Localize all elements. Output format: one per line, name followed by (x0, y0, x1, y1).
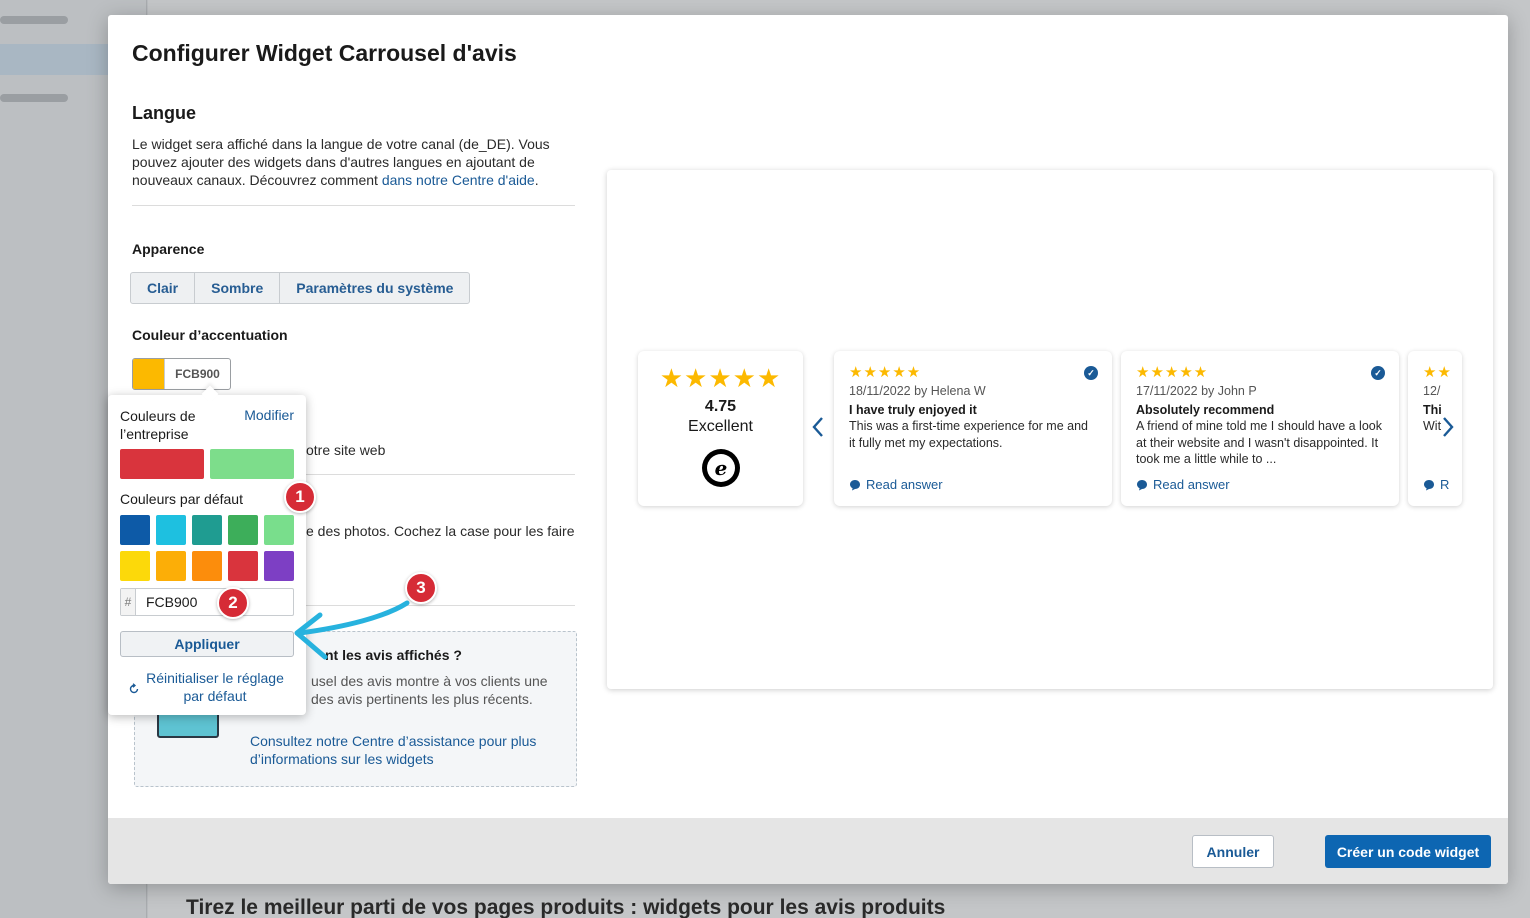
trusted-shops-logo-letter: e (714, 456, 728, 480)
appearance-label: Apparence (132, 241, 205, 257)
review-meta: 18/11/2022 by Helena W (849, 384, 986, 398)
review-stars: ★★★★★ (849, 364, 922, 381)
accent-color-label: Couleur d’accentuation (132, 327, 288, 343)
review-title: I have truly enjoyed it (849, 403, 977, 417)
appearance-option-dark[interactable]: Sombre (195, 273, 281, 303)
chevron-left-icon (812, 417, 823, 437)
language-text-end: . (534, 172, 539, 188)
dialog-footer: Annuler Créer un code widget (108, 818, 1508, 884)
default-color-swatch[interactable] (228, 551, 258, 581)
language-description: Le widget sera affiché dans la langue de… (132, 135, 552, 189)
rating-score: 4.75 (704, 398, 737, 415)
read-answer-label: Read answer (866, 477, 943, 492)
read-answer-link[interactable]: Read answer (1136, 477, 1230, 492)
cancel-button[interactable]: Annuler (1192, 835, 1274, 868)
appearance-option-light[interactable]: Clair (131, 273, 196, 303)
default-color-swatch[interactable] (192, 551, 222, 581)
rating-summary-card: ★★★★★ 4.75 Excellent e (638, 351, 803, 506)
company-colors-label: Couleurs de l’entreprise (120, 408, 196, 442)
widgets-help-link[interactable]: Consultez notre Centre d’assistance pour… (250, 732, 550, 768)
default-color-swatch[interactable] (228, 515, 258, 545)
read-answer-link[interactable]: R (1423, 477, 1449, 492)
section-divider (306, 474, 575, 475)
hex-color-input[interactable]: # FCB900 (120, 588, 294, 616)
default-color-swatch[interactable] (264, 551, 294, 581)
review-stars: ★★★★★ (1136, 364, 1209, 381)
speech-bubble-icon (1424, 479, 1434, 490)
default-color-swatch[interactable] (156, 551, 186, 581)
carousel-next-arrow[interactable] (1442, 415, 1454, 443)
default-color-swatch[interactable] (264, 515, 294, 545)
review-card: ★★★★★ ✓ 17/11/2022 by John P Absolutely … (1121, 351, 1399, 506)
speech-bubble-icon (850, 479, 860, 490)
chevron-right-icon (1443, 417, 1454, 437)
read-answer-label: Read answer (1153, 477, 1230, 492)
default-color-swatch[interactable] (120, 551, 150, 581)
reset-icon (129, 683, 139, 694)
review-title: Absolutely recommend (1136, 403, 1275, 417)
language-heading: Langue (132, 103, 197, 123)
accent-color-input[interactable]: FCB900 (132, 358, 231, 390)
color-picker-popover: Couleurs de l’entreprise Modifier Couleu… (108, 395, 306, 715)
sidebar-placeholder-line (0, 16, 68, 24)
widget-preview: ★★★★★ 4.75 Excellent e ★★★★★ ✓ 18/11/202… (607, 170, 1493, 689)
appearance-selector: Clair Sombre Paramètres du système (130, 272, 471, 304)
annotation-badge-1: 1 (284, 481, 316, 513)
photos-option-text: e des photos. Cochez la case pour les fa… (306, 523, 575, 539)
review-text: This was a first-time experience for me … (849, 419, 1088, 450)
settings-panel: Langue Le widget sera affiché dans la la… (132, 103, 576, 206)
accent-color-swatch[interactable] (133, 359, 165, 389)
annotation-badge-3: 3 (405, 572, 437, 604)
accent-color-value: FCB900 (175, 367, 220, 381)
annotation-badge-2: 2 (217, 587, 249, 619)
background-page-heading: Tirez le meilleur parti de vos pages pro… (186, 896, 946, 918)
review-meta: 17/11/2022 by John P (1136, 384, 1257, 398)
speech-bubble-icon (1137, 479, 1147, 490)
read-answer-label: R (1440, 477, 1450, 492)
default-color-swatch[interactable] (192, 515, 222, 545)
reset-default-link[interactable]: Réinitialiser le réglage par défaut (128, 669, 298, 705)
rating-label: Excellent (688, 418, 753, 435)
dialog-title: Configurer Widget Carrousel d'avis (132, 40, 517, 66)
verified-badge-icon: ✓ (1084, 366, 1098, 380)
hash-prefix: # (121, 589, 136, 615)
review-card: ★★★★★ ✓ 18/11/2022 by Helena W I have tr… (834, 351, 1112, 506)
review-meta: 12/ (1423, 384, 1441, 398)
review-text: A friend of mine told me I should have a… (1136, 419, 1382, 466)
trusted-shops-logo-icon: e (702, 449, 740, 487)
sidebar-placeholder-line (0, 94, 68, 102)
website-option-text: otre site web (306, 442, 386, 458)
configure-widget-dialog: Configurer Widget Carrousel d'avis Langu… (108, 15, 1508, 884)
rating-stars: ★★★★★ (659, 363, 782, 393)
read-answer-link[interactable]: Read answer (849, 477, 943, 492)
hex-color-value[interactable]: FCB900 (136, 589, 197, 615)
modify-link[interactable]: Modifier (244, 407, 294, 423)
annotation-arrow-icon (294, 600, 410, 660)
default-color-swatch[interactable] (120, 515, 150, 545)
verified-badge-icon: ✓ (1371, 366, 1385, 380)
apply-button[interactable]: Appliquer (120, 631, 294, 657)
create-widget-code-button[interactable]: Créer un code widget (1325, 835, 1491, 868)
company-color-swatch[interactable] (120, 449, 204, 479)
help-center-link[interactable]: dans notre Centre d'aide (382, 172, 535, 188)
default-colors-label: Couleurs par défaut (120, 491, 243, 507)
reset-default-label: Réinitialiser le réglage par défaut (146, 670, 284, 704)
carousel-prev-arrow[interactable] (812, 415, 824, 443)
review-stars: ★★ (1423, 364, 1452, 381)
default-color-swatch[interactable] (156, 515, 186, 545)
appearance-option-system[interactable]: Paramètres du système (280, 273, 469, 303)
company-color-swatch[interactable] (210, 449, 294, 479)
section-divider (132, 205, 575, 206)
